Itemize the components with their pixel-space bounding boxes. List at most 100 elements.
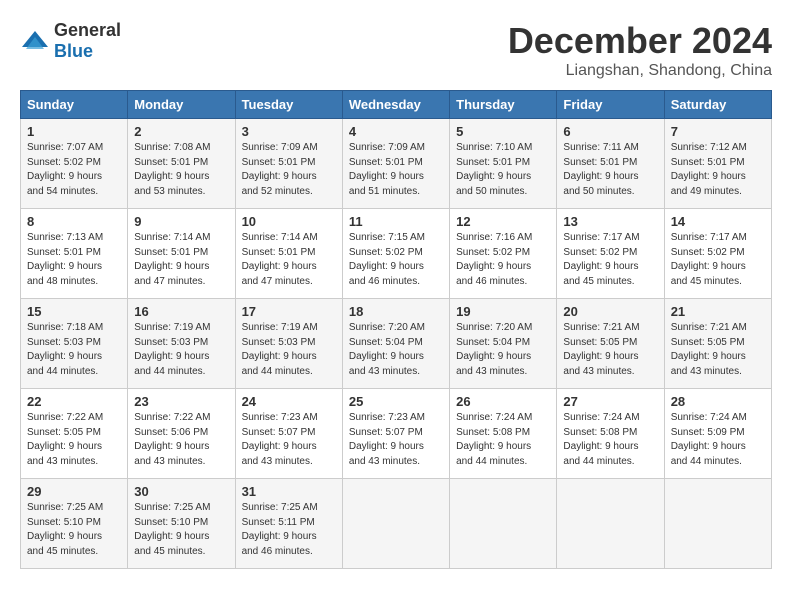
header-cell-monday: Monday xyxy=(128,91,235,119)
day-cell: 10 Sunrise: 7:14 AMSunset: 5:01 PMDayligh… xyxy=(235,209,342,299)
day-info: Sunrise: 7:22 AMSunset: 5:06 PMDaylight:… xyxy=(134,412,210,467)
week-row-5: 29 Sunrise: 7:25 AMSunset: 5:10 PMDayligh… xyxy=(21,479,772,569)
day-number: 5 xyxy=(456,124,550,139)
day-cell: 27Sunrise: 7:24 AMSunset: 5:08 PMDayligh… xyxy=(557,389,664,479)
day-cell: 16 Sunrise: 7:19 AMSunset: 5:03 PMDayligh… xyxy=(128,299,235,389)
calendar-table: SundayMondayTuesdayWednesdayThursdayFrid… xyxy=(20,90,772,569)
day-number: 22 xyxy=(27,394,121,409)
logo-text: General Blue xyxy=(54,20,121,62)
day-info: Sunrise: 7:25 AMSunset: 5:10 PMDaylight:… xyxy=(27,502,103,557)
week-row-3: 15 Sunrise: 7:18 AMSunset: 5:03 PMDayligh… xyxy=(21,299,772,389)
day-number: 21 xyxy=(671,304,765,319)
day-number: 10 xyxy=(242,214,336,229)
day-number: 14 xyxy=(671,214,765,229)
day-cell: 2Sunrise: 7:08 AMSunset: 5:01 PMDaylight… xyxy=(128,119,235,209)
day-info: Sunrise: 7:24 AMSunset: 5:09 PMDaylight:… xyxy=(671,412,747,467)
day-number: 12 xyxy=(456,214,550,229)
header-cell-thursday: Thursday xyxy=(450,91,557,119)
day-cell xyxy=(450,479,557,569)
day-info: Sunrise: 7:20 AMSunset: 5:04 PMDaylight:… xyxy=(349,322,425,377)
logo-general: General xyxy=(54,20,121,40)
day-info: Sunrise: 7:15 AMSunset: 5:02 PMDaylight:… xyxy=(349,232,425,287)
day-cell: 1 Sunrise: 7:07 AMSunset: 5:02 PMDaylight… xyxy=(21,119,128,209)
day-info: Sunrise: 7:11 AMSunset: 5:01 PMDaylight:… xyxy=(563,142,638,197)
day-number: 1 xyxy=(27,124,121,139)
day-info: Sunrise: 7:24 AMSunset: 5:08 PMDaylight:… xyxy=(456,412,532,467)
day-info: Sunrise: 7:07 AMSunset: 5:02 PMDaylight:… xyxy=(27,142,103,197)
day-cell xyxy=(342,479,449,569)
day-cell: 26 Sunrise: 7:24 AMSunset: 5:08 PMDayligh… xyxy=(450,389,557,479)
header-row: SundayMondayTuesdayWednesdayThursdayFrid… xyxy=(21,91,772,119)
day-number: 24 xyxy=(242,394,336,409)
day-number: 19 xyxy=(456,304,550,319)
logo: General Blue xyxy=(20,20,121,62)
day-number: 30 xyxy=(134,484,228,499)
day-info: Sunrise: 7:14 AMSunset: 5:01 PMDaylight:… xyxy=(134,232,210,287)
day-info: Sunrise: 7:16 AMSunset: 5:02 PMDaylight:… xyxy=(456,232,532,287)
header-cell-tuesday: Tuesday xyxy=(235,91,342,119)
day-info: Sunrise: 7:17 AMSunset: 5:02 PMDaylight:… xyxy=(563,232,639,287)
title-area: December 2024 Liangshan, Shandong, China xyxy=(508,20,772,80)
day-number: 31 xyxy=(242,484,336,499)
day-number: 7 xyxy=(671,124,765,139)
day-number: 18 xyxy=(349,304,443,319)
day-info: Sunrise: 7:19 AMSunset: 5:03 PMDaylight:… xyxy=(134,322,210,377)
day-cell: 14 Sunrise: 7:17 AMSunset: 5:02 PMDayligh… xyxy=(664,209,771,299)
week-row-4: 22 Sunrise: 7:22 AMSunset: 5:05 PMDayligh… xyxy=(21,389,772,479)
day-cell: 22 Sunrise: 7:22 AMSunset: 5:05 PMDayligh… xyxy=(21,389,128,479)
day-info: Sunrise: 7:21 AMSunset: 5:05 PMDaylight:… xyxy=(563,322,639,377)
day-cell: 18 Sunrise: 7:20 AMSunset: 5:04 PMDayligh… xyxy=(342,299,449,389)
day-number: 4 xyxy=(349,124,443,139)
day-cell: 12 Sunrise: 7:16 AMSunset: 5:02 PMDayligh… xyxy=(450,209,557,299)
day-info: Sunrise: 7:25 AMSunset: 5:10 PMDaylight:… xyxy=(134,502,210,557)
location-title: Liangshan, Shandong, China xyxy=(508,62,772,80)
day-info: Sunrise: 7:10 AMSunset: 5:01 PMDaylight:… xyxy=(456,142,532,197)
day-info: Sunrise: 7:25 AMSunset: 5:11 PMDaylight:… xyxy=(242,502,318,557)
day-number: 17 xyxy=(242,304,336,319)
day-cell: 29 Sunrise: 7:25 AMSunset: 5:10 PMDayligh… xyxy=(21,479,128,569)
day-info: Sunrise: 7:14 AMSunset: 5:01 PMDaylight:… xyxy=(242,232,318,287)
day-cell: 30 Sunrise: 7:25 AMSunset: 5:10 PMDayligh… xyxy=(128,479,235,569)
day-info: Sunrise: 7:13 AMSunset: 5:01 PMDaylight:… xyxy=(27,232,103,287)
day-info: Sunrise: 7:21 AMSunset: 5:05 PMDaylight:… xyxy=(671,322,747,377)
day-cell: 20 Sunrise: 7:21 AMSunset: 5:05 PMDayligh… xyxy=(557,299,664,389)
day-info: Sunrise: 7:18 AMSunset: 5:03 PMDaylight:… xyxy=(27,322,103,377)
day-number: 23 xyxy=(134,394,228,409)
day-number: 16 xyxy=(134,304,228,319)
header-cell-saturday: Saturday xyxy=(664,91,771,119)
day-cell: 21 Sunrise: 7:21 AMSunset: 5:05 PMDayligh… xyxy=(664,299,771,389)
day-info: Sunrise: 7:09 AMSunset: 5:01 PMDaylight:… xyxy=(349,142,425,197)
day-info: Sunrise: 7:20 AMSunset: 5:04 PMDaylight:… xyxy=(456,322,532,377)
day-number: 26 xyxy=(456,394,550,409)
day-cell: 11 Sunrise: 7:15 AMSunset: 5:02 PMDayligh… xyxy=(342,209,449,299)
day-number: 3 xyxy=(242,124,336,139)
day-info: Sunrise: 7:12 AMSunset: 5:01 PMDaylight:… xyxy=(671,142,747,197)
header: General Blue December 2024 Liangshan, Sh… xyxy=(20,20,772,80)
day-cell: 3 Sunrise: 7:09 AMSunset: 5:01 PMDaylight… xyxy=(235,119,342,209)
header-cell-wednesday: Wednesday xyxy=(342,91,449,119)
day-cell: 4 Sunrise: 7:09 AMSunset: 5:01 PMDaylight… xyxy=(342,119,449,209)
day-cell: 5 Sunrise: 7:10 AMSunset: 5:01 PMDaylight… xyxy=(450,119,557,209)
day-number: 9 xyxy=(134,214,228,229)
day-info: Sunrise: 7:23 AMSunset: 5:07 PMDaylight:… xyxy=(349,412,425,467)
day-number: 15 xyxy=(27,304,121,319)
day-info: Sunrise: 7:08 AMSunset: 5:01 PMDaylight:… xyxy=(134,142,210,197)
day-info: Sunrise: 7:22 AMSunset: 5:05 PMDaylight:… xyxy=(27,412,103,467)
day-number: 11 xyxy=(349,214,443,229)
day-info: Sunrise: 7:23 AMSunset: 5:07 PMDaylight:… xyxy=(242,412,318,467)
day-number: 6 xyxy=(563,124,657,139)
day-number: 29 xyxy=(27,484,121,499)
day-cell: 23 Sunrise: 7:22 AMSunset: 5:06 PMDayligh… xyxy=(128,389,235,479)
header-cell-friday: Friday xyxy=(557,91,664,119)
day-cell xyxy=(557,479,664,569)
day-cell: 31 Sunrise: 7:25 AMSunset: 5:11 PMDayligh… xyxy=(235,479,342,569)
day-number: 20 xyxy=(563,304,657,319)
day-cell: 25Sunrise: 7:23 AMSunset: 5:07 PMDayligh… xyxy=(342,389,449,479)
day-cell: 17Sunrise: 7:19 AMSunset: 5:03 PMDayligh… xyxy=(235,299,342,389)
day-info: Sunrise: 7:09 AMSunset: 5:01 PMDaylight:… xyxy=(242,142,318,197)
logo-blue: Blue xyxy=(54,41,93,61)
day-cell: 7 Sunrise: 7:12 AMSunset: 5:01 PMDaylight… xyxy=(664,119,771,209)
day-cell: 28 Sunrise: 7:24 AMSunset: 5:09 PMDayligh… xyxy=(664,389,771,479)
day-number: 28 xyxy=(671,394,765,409)
day-info: Sunrise: 7:17 AMSunset: 5:02 PMDaylight:… xyxy=(671,232,747,287)
